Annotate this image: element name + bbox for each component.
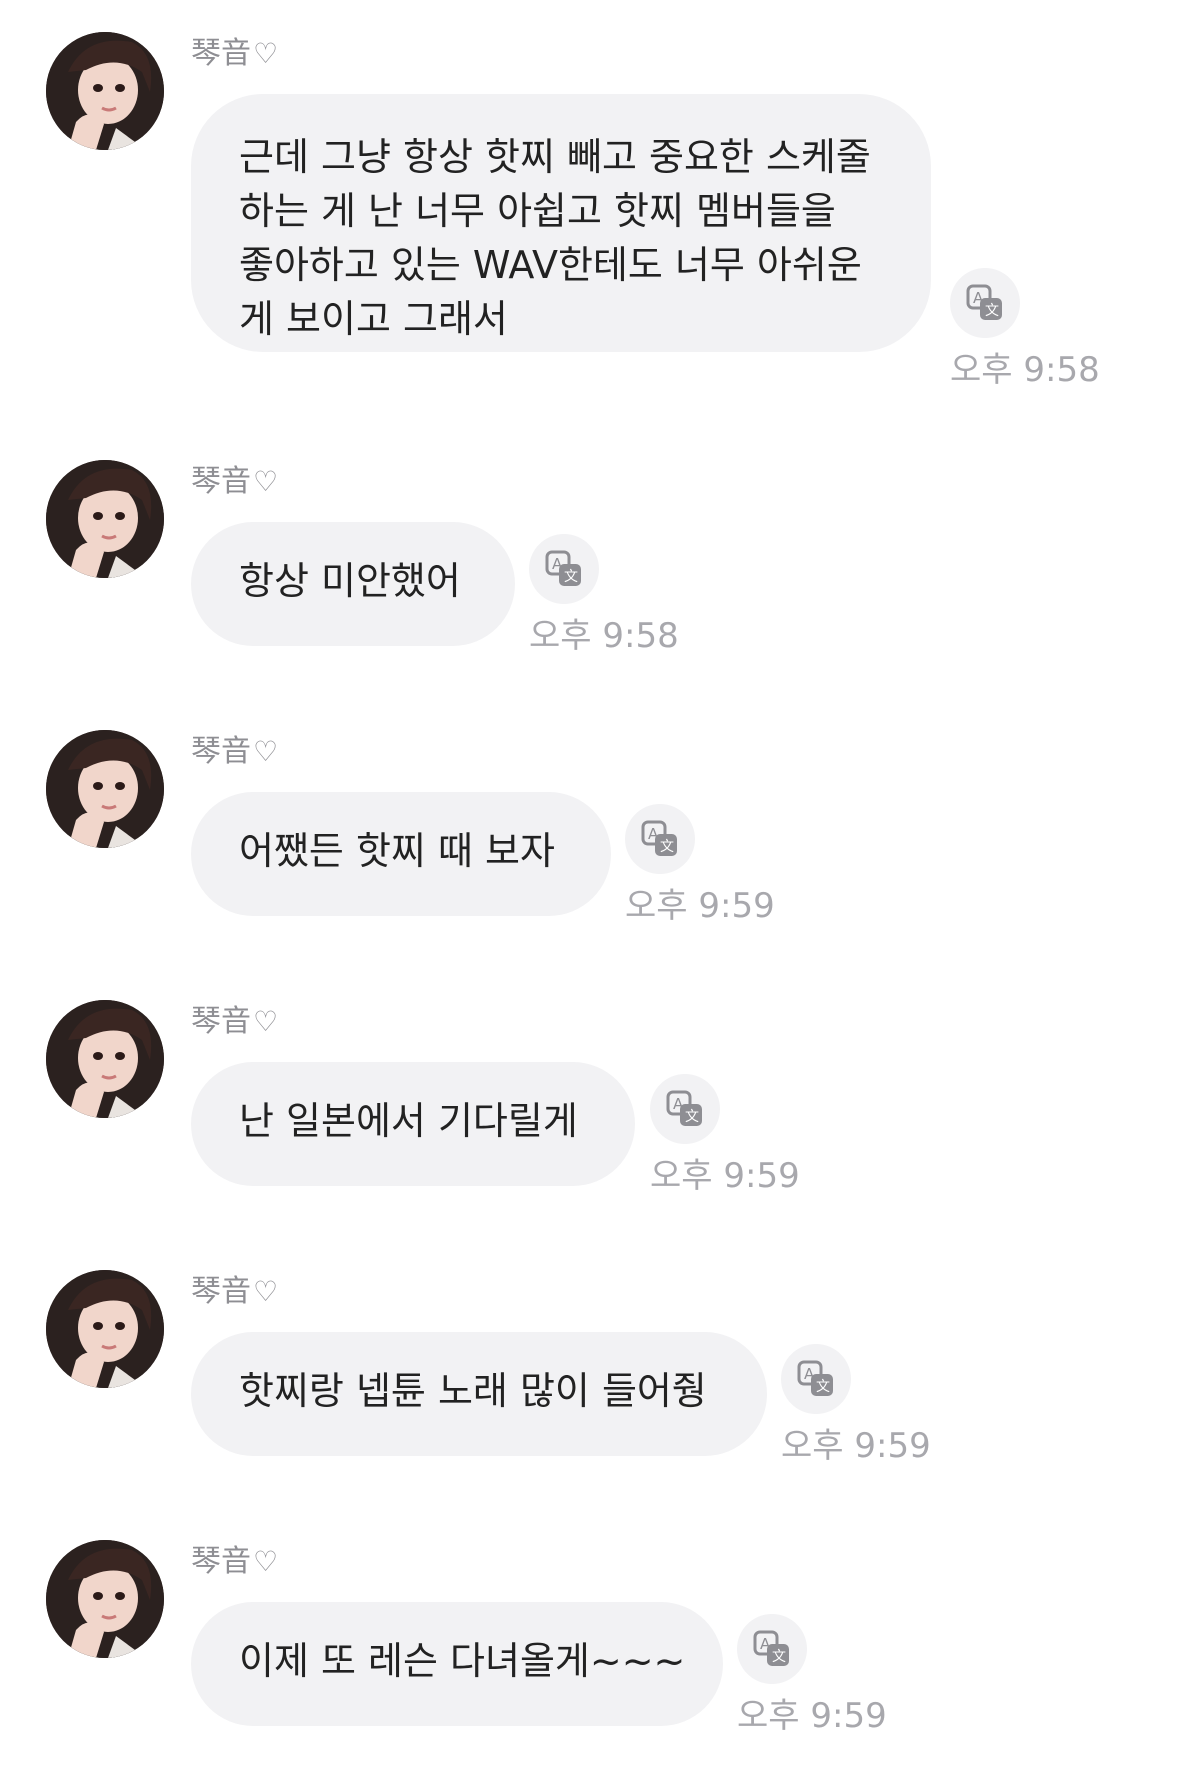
translate-button[interactable]: A 文 [950,268,1020,338]
heart-icon: ♡ [253,735,279,768]
message-meta: A 文 오후 9:59 [625,804,805,926]
translate-icon: A 文 [666,1090,702,1126]
translate-button[interactable]: A 文 [529,534,599,604]
message-bubble[interactable]: 항상 미안했어 [191,522,515,646]
sender-name-text: 琴音 [191,734,251,769]
message-text: 항상 미안했어 [239,559,461,603]
svg-text:文: 文 [685,1109,699,1125]
avatar[interactable] [46,730,164,848]
heart-icon: ♡ [253,1275,279,1308]
timestamp: 오후 9:59 [650,1156,800,1196]
sender-name: 琴音♡ [191,1544,278,1580]
translate-button[interactable]: A 文 [650,1074,720,1144]
heart-icon: ♡ [253,37,279,70]
message-meta: A 文 오후 9:59 [737,1614,917,1736]
sender-name-text: 琴音 [191,464,251,499]
message-bubble[interactable]: 난 일본에서 기다릴게 [191,1062,635,1186]
sender-name-text: 琴音 [191,36,251,71]
translate-icon: A 文 [797,1360,833,1396]
heart-icon: ♡ [253,465,279,498]
message-bubble[interactable]: 핫찌랑 넵튠 노래 많이 들어줭 [191,1332,767,1456]
avatar[interactable] [46,1000,164,1118]
message-meta: A 文 오후 9:59 [781,1344,961,1466]
svg-text:文: 文 [564,569,578,585]
avatar[interactable] [46,32,164,150]
translate-button[interactable]: A 文 [625,804,695,874]
message-bubble[interactable]: 이제 또 레슨 다녀올게~~~ [191,1602,723,1726]
heart-icon: ♡ [253,1005,279,1038]
avatar[interactable] [46,1270,164,1388]
timestamp: 오후 9:59 [625,886,775,926]
sender-name: 琴音♡ [191,1004,278,1040]
message-text: 핫찌랑 넵튠 노래 많이 들어줭 [239,1369,707,1413]
timestamp: 오후 9:58 [950,350,1100,390]
message-text: 난 일본에서 기다릴게 [239,1099,578,1143]
translate-button[interactable]: A 文 [737,1614,807,1684]
translate-icon: A 文 [545,550,581,586]
message-bubble[interactable]: 어쨌든 핫찌 때 보자 [191,792,611,916]
sender-name: 琴音♡ [191,36,278,72]
svg-text:文: 文 [985,303,999,319]
message-text: 어쨌든 핫찌 때 보자 [239,829,555,873]
sender-name-text: 琴音 [191,1004,251,1039]
sender-name-text: 琴音 [191,1274,251,1309]
heart-icon: ♡ [253,1545,279,1578]
sender-name-text: 琴音 [191,1544,251,1579]
message-text: 이제 또 레슨 다녀올게~~~ [239,1639,686,1683]
timestamp: 오후 9:59 [737,1696,887,1736]
svg-text:文: 文 [772,1649,786,1665]
translate-icon: A 文 [966,284,1002,320]
message-text: 근데 그냥 항상 핫찌 빼고 중요한 스케줄 하는 게 난 너무 아쉽고 핫찌 … [239,135,871,341]
sender-name: 琴音♡ [191,1274,278,1310]
svg-text:文: 文 [660,839,674,855]
timestamp: 오후 9:58 [529,616,679,656]
translate-button[interactable]: A 文 [781,1344,851,1414]
message-meta: A 文 오후 9:58 [950,268,1130,390]
message-meta: A 文 오후 9:59 [650,1074,830,1196]
timestamp: 오후 9:59 [781,1426,931,1466]
sender-name: 琴音♡ [191,464,278,500]
translate-icon: A 文 [753,1630,789,1666]
chat-thread[interactable]: 琴音♡ 근데 그냥 항상 핫찌 빼고 중요한 스케줄 하는 게 난 너무 아쉽고… [0,0,1179,1771]
avatar[interactable] [46,1540,164,1658]
avatar[interactable] [46,460,164,578]
svg-text:文: 文 [816,1379,830,1395]
sender-name: 琴音♡ [191,734,278,770]
message-meta: A 文 오후 9:58 [529,534,709,656]
translate-icon: A 文 [641,820,677,856]
message-bubble[interactable]: 근데 그냥 항상 핫찌 빼고 중요한 스케줄 하는 게 난 너무 아쉽고 핫찌 … [191,94,931,352]
